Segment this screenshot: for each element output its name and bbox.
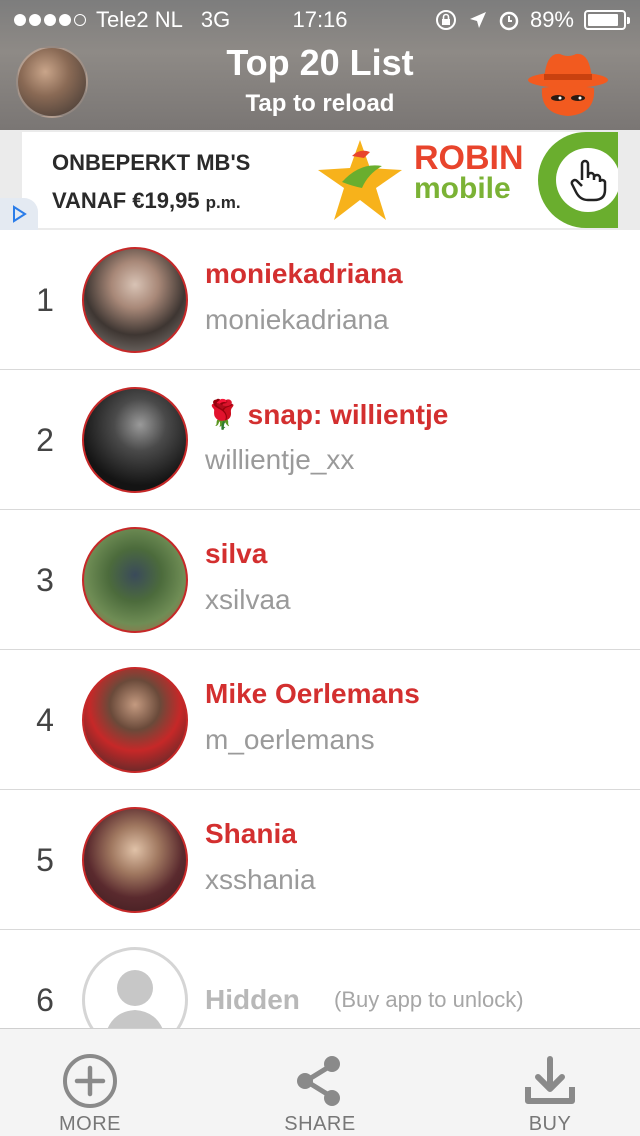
list-item[interactable]: 5 Shania xsshania (0, 790, 640, 930)
ad-brand-name: ROBIN (414, 139, 524, 177)
avatar[interactable] (82, 807, 188, 913)
ad-price: VANAF €19,95 (52, 188, 200, 213)
status-bar: Tele2 NL 3G 17:16 89% (0, 0, 640, 40)
more-label: MORE (59, 1113, 121, 1135)
rank-number: 5 (36, 842, 54, 878)
rank-number: 2 (36, 422, 54, 458)
rotation-lock-icon (435, 10, 456, 30)
username: xsilvaa (205, 584, 291, 615)
share-label: SHARE (284, 1113, 356, 1135)
robin-star-logo-icon (318, 140, 402, 220)
buy-button[interactable]: BUY (470, 1029, 630, 1136)
ad-line-2: VANAF €19,95 p.m. (52, 184, 250, 220)
avatar[interactable] (82, 387, 188, 493)
list-item[interactable]: 1 moniekadriana moniekadriana (0, 230, 640, 370)
avatar[interactable] (82, 247, 188, 353)
display-name[interactable]: Mike Oerlemans (205, 678, 420, 710)
username: willientje_xx (205, 444, 355, 475)
location-arrow-icon (469, 12, 486, 28)
username: xsshania (205, 864, 316, 895)
ad-line-1: ONBEPERKT MB'S (52, 150, 251, 175)
ad-content[interactable]: ONBEPERKT MB'S VANAF €19,95 p.m. ROBIN m… (22, 132, 618, 228)
app-header[interactable]: Tele2 NL 3G 17:16 89% Top 20 List Tap to… (0, 0, 640, 130)
share-button[interactable]: SHARE (240, 1029, 400, 1136)
display-name[interactable]: 🌹 snap: willientje (205, 398, 448, 431)
signal-strength-icon (14, 14, 86, 26)
username: m_oerlemans (205, 724, 375, 755)
display-name[interactable]: moniekadriana (205, 258, 403, 290)
more-button[interactable]: MORE (10, 1029, 170, 1136)
list-item[interactable]: 2 🌹 snap: willientje willientje_xx (0, 370, 640, 510)
rank-number: 3 (36, 562, 54, 598)
avatar[interactable] (82, 667, 188, 773)
display-name[interactable]: silva (205, 538, 267, 570)
share-icon (297, 1056, 340, 1106)
display-name[interactable]: Shania (205, 818, 297, 850)
rank-number: 4 (36, 702, 54, 738)
spy-hat-icon[interactable] (526, 44, 610, 120)
network-label: 3G (200, 7, 231, 32)
rank-number: 1 (36, 282, 54, 318)
buy-label: BUY (528, 1113, 572, 1135)
tap-hand-icon[interactable] (556, 148, 618, 212)
ad-price-suffix: p.m. (205, 193, 241, 212)
adchoices-icon[interactable] (0, 198, 38, 230)
bottom-toolbar: MORE SHARE BUY (0, 1028, 640, 1136)
username: moniekadriana (205, 304, 389, 335)
battery-percent: 89% (529, 7, 574, 32)
download-icon (525, 1056, 575, 1104)
list-item[interactable]: 3 silva xsilvaa (0, 510, 640, 650)
ad-banner[interactable]: ONBEPERKT MB'S VANAF €19,95 p.m. ROBIN m… (0, 130, 640, 230)
avatar[interactable] (82, 527, 188, 633)
list-item[interactable]: 4 Mike Oerlemans m_oerlemans (0, 650, 640, 790)
battery-icon (584, 10, 630, 30)
carrier-label: Tele2 NL (96, 7, 183, 32)
ad-text: ONBEPERKT MB'S VANAF €19,95 p.m. (52, 146, 250, 220)
alarm-icon (499, 11, 519, 31)
top-list: 1 moniekadriana moniekadriana 2 🌹 snap: … (0, 230, 640, 1070)
ad-brand-sub: mobile (414, 172, 511, 205)
plus-circle-icon (63, 1054, 117, 1108)
